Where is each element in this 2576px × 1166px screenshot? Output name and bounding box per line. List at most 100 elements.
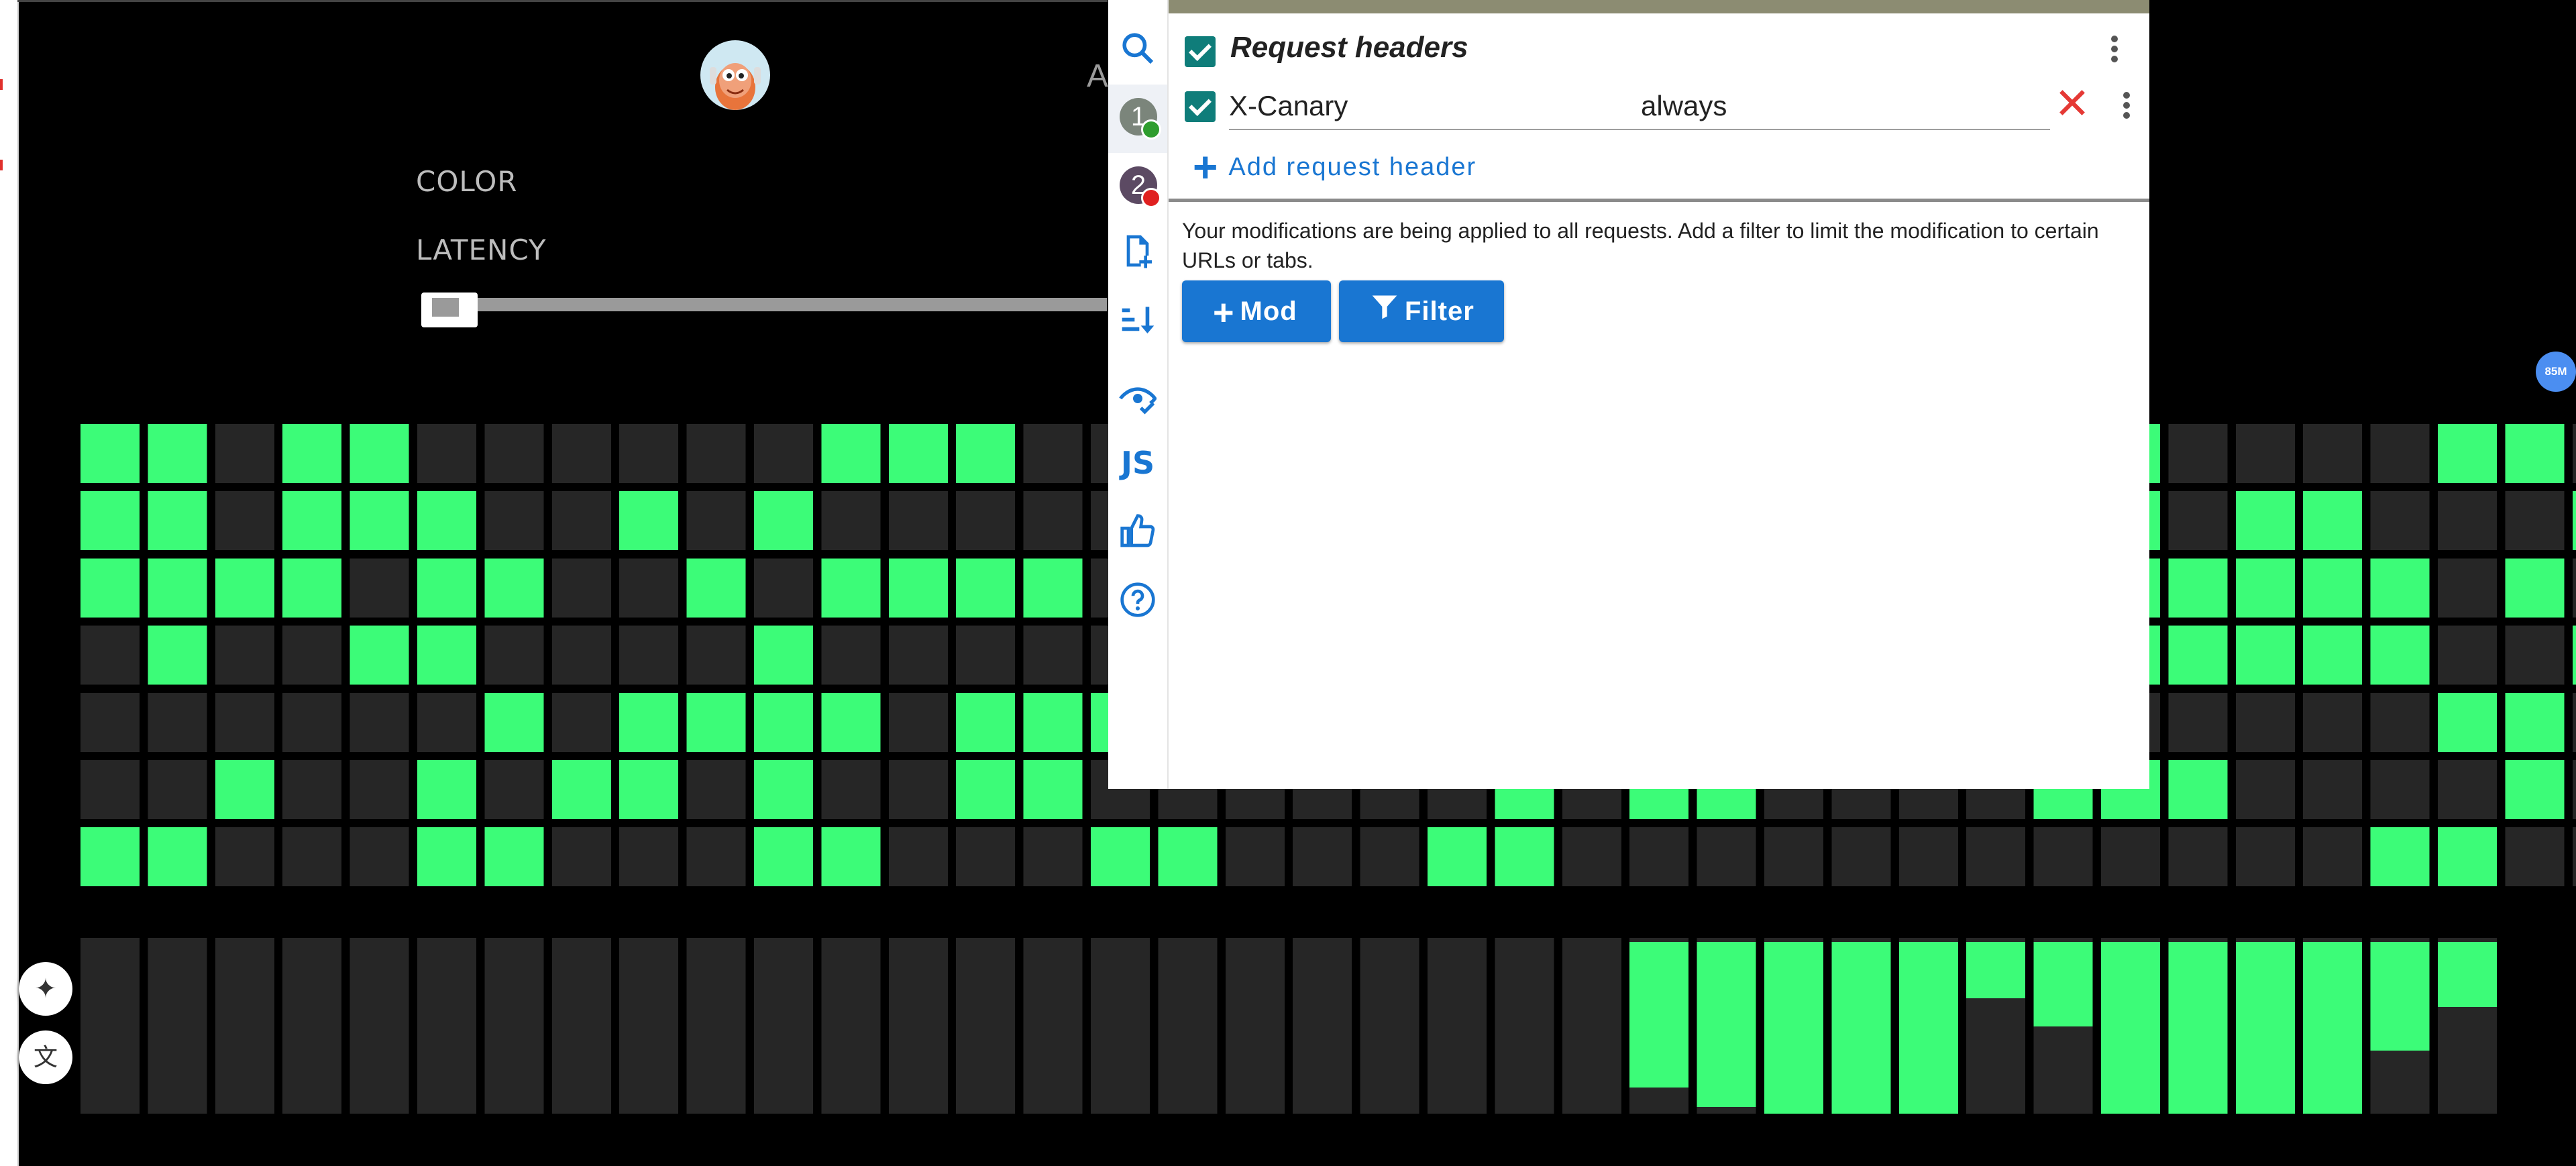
bar-fill xyxy=(1831,942,1891,1114)
grid-cell xyxy=(551,692,611,752)
grid-cell xyxy=(754,760,813,819)
grid-cell xyxy=(888,424,948,483)
grid-cell xyxy=(148,491,207,551)
bar-background xyxy=(484,938,544,1114)
add-file-icon[interactable] xyxy=(1118,232,1158,272)
grid-cell xyxy=(1562,827,1621,887)
modheader-panel: 1 2 JS Request headers X-Canary always +… xyxy=(1108,0,2149,789)
bar-background xyxy=(1360,938,1419,1114)
add-filter-button[interactable]: Filter xyxy=(1339,280,1504,342)
header-menu-icon[interactable] xyxy=(2120,89,2133,129)
bar-background xyxy=(148,938,207,1114)
grid-cell xyxy=(282,625,342,685)
help-icon[interactable] xyxy=(1118,581,1158,621)
bar-fill xyxy=(2303,942,2363,1114)
grid-cell xyxy=(2303,424,2363,483)
grid-cell xyxy=(1428,827,1487,887)
grid-cell xyxy=(282,827,342,887)
profile-status-dot xyxy=(1141,119,1161,140)
grid-cell xyxy=(350,424,409,483)
add-mod-button[interactable]: + Mod xyxy=(1182,280,1331,342)
delete-header-icon[interactable] xyxy=(2055,86,2089,119)
grid-cell xyxy=(80,558,140,618)
grid-cell xyxy=(148,760,207,819)
section-menu-icon[interactable] xyxy=(2108,32,2121,72)
modifications-note: Your modifications are being applied to … xyxy=(1182,219,2099,272)
grid-cell xyxy=(215,558,274,618)
grid-cell xyxy=(1629,827,1689,887)
grid-cell xyxy=(1697,827,1756,887)
grid-cell xyxy=(2438,760,2497,819)
grid-cell xyxy=(2303,625,2363,685)
grid-cell xyxy=(2438,424,2497,483)
grid-cell xyxy=(2235,491,2295,551)
eye-check-icon[interactable] xyxy=(1118,380,1158,420)
grid-cell xyxy=(2235,760,2295,819)
memory-badge[interactable]: 85M xyxy=(2536,352,2576,392)
translate-icon[interactable]: 文 xyxy=(19,1030,72,1084)
grid-cell xyxy=(2303,760,2363,819)
grid-cell xyxy=(551,760,611,819)
search-icon[interactable] xyxy=(1118,30,1158,70)
grid-cell xyxy=(1293,827,1352,887)
grid-cell xyxy=(1023,558,1083,618)
grid-cell xyxy=(417,424,476,483)
grid-cell xyxy=(2572,491,2576,551)
grid-cell xyxy=(686,625,746,685)
js-icon[interactable]: JS xyxy=(1118,443,1158,483)
add-request-header-button[interactable]: + Add request header xyxy=(1193,142,1477,192)
grid-cell xyxy=(686,827,746,887)
bar-background xyxy=(888,938,948,1114)
grid-cell xyxy=(2033,827,2093,887)
grid-cell xyxy=(2505,827,2565,887)
bar-background xyxy=(1495,938,1554,1114)
grid-cell xyxy=(1495,827,1554,887)
profile-color-bar xyxy=(1169,0,2149,13)
profile-1-button[interactable]: 1 xyxy=(1120,98,1161,140)
grid-cell xyxy=(619,760,679,819)
grid-cell xyxy=(282,760,342,819)
grid-cell xyxy=(686,692,746,752)
grid-cell xyxy=(417,692,476,752)
grid-cell xyxy=(2438,827,2497,887)
grid-cell xyxy=(956,692,1016,752)
grid-cell xyxy=(215,692,274,752)
header-enable-checkbox[interactable] xyxy=(1185,91,1216,122)
grid-cell xyxy=(484,558,544,618)
grid-cell xyxy=(350,692,409,752)
header-name-input[interactable]: X-Canary xyxy=(1229,90,1348,122)
grid-cell xyxy=(2370,491,2430,551)
grid-cell xyxy=(417,827,476,887)
grid-cell xyxy=(417,558,476,618)
thumbs-up-icon[interactable] xyxy=(1118,513,1158,553)
bar-background xyxy=(350,938,409,1114)
grid-cell xyxy=(2168,558,2228,618)
sparkles-icon[interactable]: ✦ xyxy=(19,962,72,1016)
header-value-input[interactable]: always xyxy=(1641,90,1727,122)
add-mod-label: Mod xyxy=(1240,297,1297,326)
bar-background xyxy=(282,938,342,1114)
grid-cell xyxy=(2505,558,2565,618)
grid-cell xyxy=(1966,827,2026,887)
grid-cell xyxy=(1023,827,1083,887)
grid-cell xyxy=(2505,692,2565,752)
section-divider xyxy=(1169,199,2149,202)
grid-cell xyxy=(2572,625,2576,685)
grid-cell xyxy=(282,491,342,551)
profile-2-button[interactable]: 2 xyxy=(1120,166,1161,208)
grid-cell xyxy=(148,558,207,618)
section-enable-checkbox[interactable] xyxy=(1185,36,1216,67)
bar-fill xyxy=(2235,942,2295,1114)
add-request-header-label: Add request header xyxy=(1228,153,1477,181)
bar-fill xyxy=(1966,942,2026,998)
grid-cell xyxy=(2303,558,2363,618)
sort-icon[interactable] xyxy=(1118,301,1158,341)
bar-fill xyxy=(1697,942,1756,1107)
grid-cell xyxy=(2303,491,2363,551)
grid-cell xyxy=(215,625,274,685)
bar-background xyxy=(1091,938,1150,1114)
grid-cell xyxy=(1360,827,1419,887)
grid-cell xyxy=(2438,625,2497,685)
grid-cell xyxy=(821,760,881,819)
plus-icon: + xyxy=(1213,293,1235,333)
